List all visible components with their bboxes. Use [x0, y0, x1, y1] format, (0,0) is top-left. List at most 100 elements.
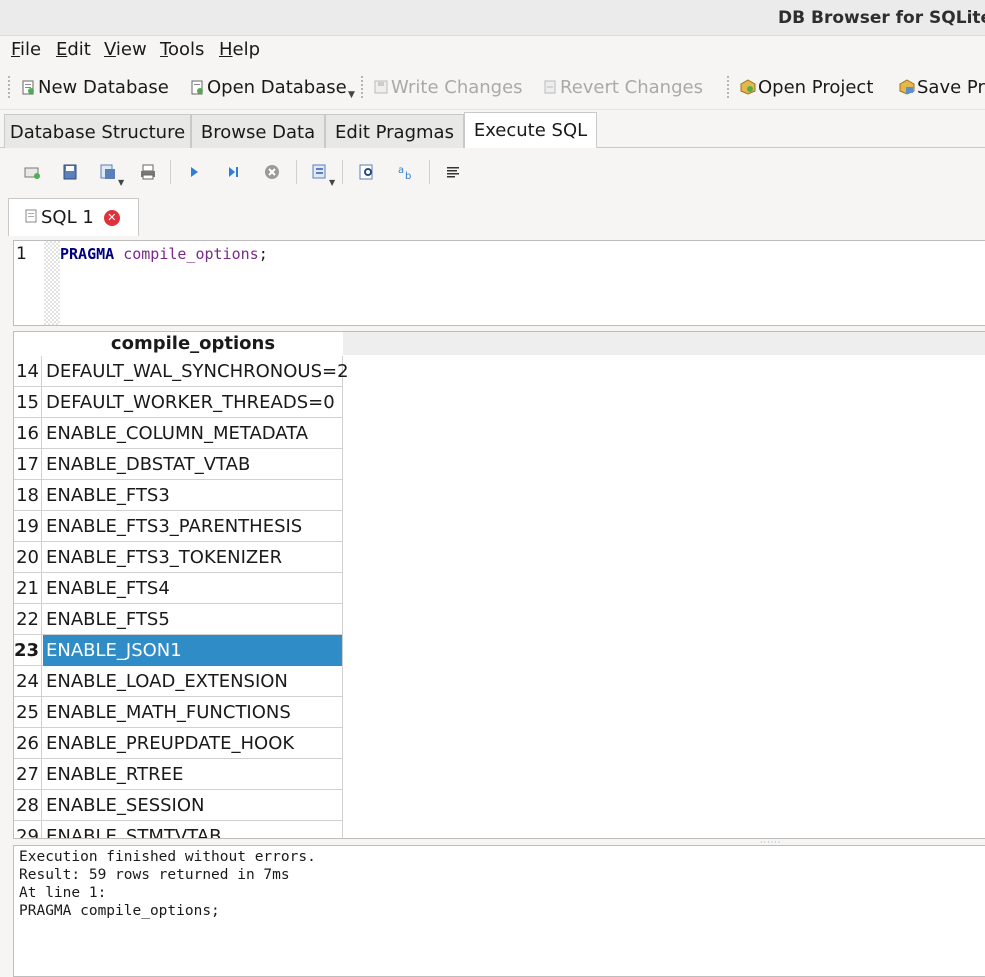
find-icon[interactable]: [355, 160, 379, 184]
table-row[interactable]: 20 ENABLE_FTS3_TOKENIZER: [14, 542, 343, 573]
column-header-compile-options[interactable]: compile_options: [43, 332, 343, 355]
grid-corner[interactable]: [14, 332, 43, 355]
table-row[interactable]: 26 ENABLE_PREUPDATE_HOOK: [14, 728, 343, 759]
execution-log[interactable]: Execution finished without errors. Resul…: [13, 845, 985, 977]
results-grid[interactable]: compile_options 14 DEFAULT_WAL_SYNCHRONOU…: [13, 331, 985, 839]
stop-execution-icon[interactable]: [260, 160, 284, 184]
tab-browse-data[interactable]: Browse Data: [191, 114, 325, 149]
row-number[interactable]: 29: [14, 821, 42, 838]
table-cell[interactable]: ENABLE_FTS4: [43, 573, 343, 604]
row-number[interactable]: 19: [14, 511, 42, 542]
row-number[interactable]: 17: [14, 449, 42, 480]
table-cell[interactable]: ENABLE_SESSION: [43, 790, 343, 821]
log-line: At line 1:: [19, 885, 107, 901]
table-row[interactable]: 27 ENABLE_RTREE: [14, 759, 343, 790]
table-cell[interactable]: ENABLE_DBSTAT_VTAB: [43, 449, 343, 480]
table-cell[interactable]: ENABLE_JSON1: [43, 635, 343, 666]
table-cell[interactable]: ENABLE_FTS3_PARENTHESIS: [43, 511, 343, 542]
open-project-button[interactable]: Open Project: [740, 75, 873, 99]
save-sql-file-icon[interactable]: [96, 160, 120, 184]
print-icon[interactable]: [136, 160, 160, 184]
row-number[interactable]: 28: [14, 790, 42, 821]
sql-terminator: ;: [258, 245, 268, 263]
svg-text:a: a: [398, 165, 404, 176]
tab-execute-sql[interactable]: Execute SQL: [464, 112, 597, 148]
tab-label: Edit Pragmas: [335, 121, 454, 143]
open-tab-icon[interactable]: [20, 160, 44, 184]
row-number[interactable]: 26: [14, 728, 42, 759]
table-row[interactable]: 25 ENABLE_MATH_FUNCTIONS: [14, 697, 343, 728]
table-row[interactable]: 18 ENABLE_FTS3: [14, 480, 343, 511]
table-cell[interactable]: ENABLE_RTREE: [43, 759, 343, 790]
table-row[interactable]: 21 ENABLE_FTS4: [14, 573, 343, 604]
comment-icon[interactable]: [441, 160, 465, 184]
open-sql-file-icon[interactable]: [58, 160, 82, 184]
open-database-dropdown-icon[interactable]: ▼: [348, 90, 355, 100]
table-cell[interactable]: ENABLE_FTS3_TOKENIZER: [43, 542, 343, 573]
table-cell[interactable]: ENABLE_FTS5: [43, 604, 343, 635]
execute-all-icon[interactable]: [182, 160, 206, 184]
sql-tab-label: SQL 1: [41, 207, 94, 228]
table-row[interactable]: 22 ENABLE_FTS5: [14, 604, 343, 635]
table-row[interactable]: 24 ENABLE_LOAD_EXTENSION: [14, 666, 343, 697]
sql-tab-1[interactable]: SQL 1 ✕: [8, 198, 139, 236]
toolbar-separator: [429, 160, 430, 184]
table-row[interactable]: 28 ENABLE_SESSION: [14, 790, 343, 821]
table-cell[interactable]: ENABLE_COLUMN_METADATA: [43, 418, 343, 449]
save-results-dropdown-icon[interactable]: ▼: [329, 178, 335, 187]
table-row[interactable]: 23 ENABLE_JSON1: [14, 635, 343, 666]
sql-code[interactable]: PRAGMA compile_options;: [60, 245, 268, 263]
table-row[interactable]: 29 ENABLE_STMTVTAB: [14, 821, 343, 838]
table-cell[interactable]: ENABLE_MATH_FUNCTIONS: [43, 697, 343, 728]
save-dropdown-icon[interactable]: ▼: [118, 178, 124, 187]
row-number[interactable]: 15: [14, 387, 42, 418]
toolbar-grip: [361, 76, 364, 98]
row-number[interactable]: 22: [14, 604, 42, 635]
save-project-button[interactable]: Save Pro: [899, 75, 985, 99]
table-cell[interactable]: DEFAULT_WORKER_THREADS=0: [43, 387, 343, 418]
menu-help[interactable]: Help: [219, 39, 260, 60]
table-cell[interactable]: ENABLE_LOAD_EXTENSION: [43, 666, 343, 697]
row-number[interactable]: 20: [14, 542, 42, 573]
table-cell[interactable]: ENABLE_STMTVTAB: [43, 821, 343, 838]
table-cell[interactable]: ENABLE_FTS3: [43, 480, 343, 511]
new-database-button[interactable]: New Database: [20, 75, 169, 99]
menu-view[interactable]: View: [104, 39, 147, 60]
table-row[interactable]: 19 ENABLE_FTS3_PARENTHESIS: [14, 511, 343, 542]
menu-bar: File Edit View Tools Help: [0, 36, 985, 64]
write-changes-button[interactable]: Write Changes: [373, 75, 523, 99]
open-database-button[interactable]: Open Database: [189, 75, 347, 99]
table-row[interactable]: 14 DEFAULT_WAL_SYNCHRONOUS=2: [14, 356, 349, 387]
menu-edit[interactable]: Edit: [56, 39, 91, 60]
revert-changes-button[interactable]: Revert Changes: [542, 75, 703, 99]
row-number[interactable]: 16: [14, 418, 42, 449]
row-number[interactable]: 27: [14, 759, 42, 790]
table-row[interactable]: 15 DEFAULT_WORKER_THREADS=0: [14, 387, 343, 418]
execute-current-line-icon[interactable]: [221, 160, 245, 184]
open-database-icon: [189, 79, 205, 95]
open-database-label: Open Database: [207, 76, 347, 98]
row-number[interactable]: 21: [14, 573, 42, 604]
menu-tools[interactable]: Tools: [160, 39, 204, 60]
sql-editor[interactable]: 1 PRAGMA compile_options;: [13, 240, 985, 326]
row-number[interactable]: 25: [14, 697, 42, 728]
tab-label: Execute SQL: [473, 120, 588, 141]
open-project-icon: [740, 79, 756, 95]
toolbar-grip[interactable]: [8, 76, 11, 98]
tab-edit-pragmas[interactable]: Edit Pragmas: [325, 114, 464, 149]
table-cell[interactable]: DEFAULT_WAL_SYNCHRONOUS=2: [43, 356, 349, 387]
write-changes-icon: [373, 79, 389, 95]
row-number[interactable]: 23: [14, 635, 42, 666]
close-tab-icon[interactable]: ✕: [103, 209, 120, 226]
row-number[interactable]: 18: [14, 480, 42, 511]
table-row[interactable]: 16 ENABLE_COLUMN_METADATA: [14, 418, 343, 449]
find-replace-icon[interactable]: ab: [394, 160, 418, 184]
row-number[interactable]: 24: [14, 666, 42, 697]
table-cell[interactable]: ENABLE_PREUPDATE_HOOK: [43, 728, 343, 759]
tab-database-structure[interactable]: Database Structure: [4, 114, 191, 149]
table-row[interactable]: 17 ENABLE_DBSTAT_VTAB: [14, 449, 343, 480]
menu-file[interactable]: File: [11, 39, 41, 60]
row-number[interactable]: 14: [14, 356, 42, 387]
header-filler: [343, 332, 985, 355]
revert-changes-icon: [542, 79, 558, 95]
